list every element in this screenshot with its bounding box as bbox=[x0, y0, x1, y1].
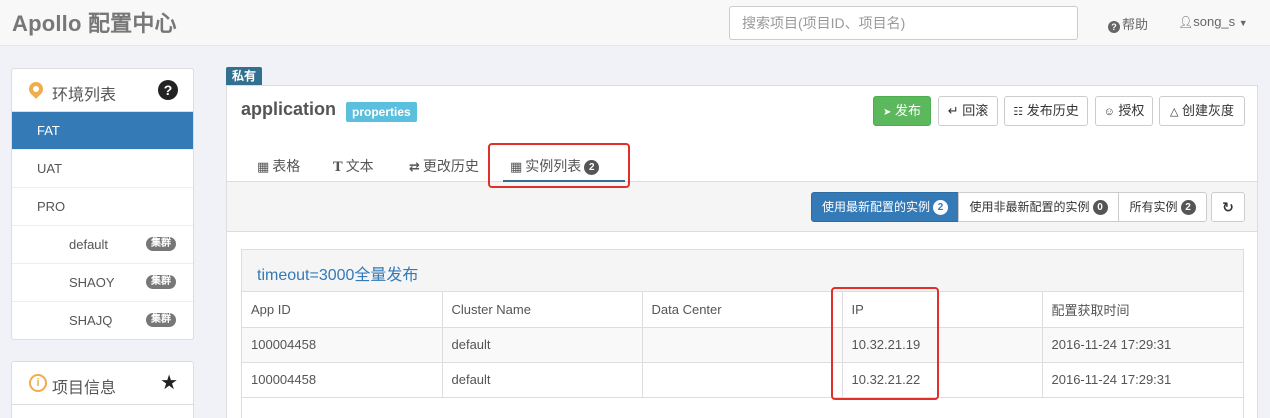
info-icon: i bbox=[29, 374, 47, 392]
refresh-button[interactable]: ↻ bbox=[1211, 192, 1245, 222]
question-icon[interactable]: ? bbox=[158, 80, 178, 100]
env-item-uat[interactable]: UAT bbox=[12, 150, 193, 188]
env-item-label: PRO bbox=[37, 199, 66, 214]
authorize-label: 授权 bbox=[1118, 103, 1145, 118]
cluster-label: SHAOY bbox=[69, 275, 115, 290]
create-gray-label: 创建灰度 bbox=[1182, 103, 1235, 118]
authorize-button[interactable]: ☺ 授权 bbox=[1095, 96, 1153, 126]
env-item-fat[interactable]: FAT bbox=[12, 112, 193, 150]
top-navbar: Apollo 配置中心 搜索项目(项目ID、项目名) ? 帮助 👤︎song_s … bbox=[0, 0, 1270, 46]
project-info-header[interactable]: i 项目信息 ★ bbox=[12, 362, 193, 405]
calendar-icon: ☷ bbox=[1013, 106, 1024, 118]
cluster-label: default bbox=[69, 237, 109, 252]
create-gray-button[interactable]: △ 创建灰度 bbox=[1159, 96, 1245, 126]
namespace-panel: application properties ➤ 发布 ↵ 回滚 ☷ 发布历史 … bbox=[226, 85, 1258, 418]
cluster-label: SHAJQ bbox=[69, 313, 113, 328]
table-row: 100004458 default 10.32.21.22 2016-11-24… bbox=[242, 362, 1243, 398]
help-link[interactable]: ? 帮助 bbox=[1108, 14, 1148, 33]
column-header-cluster: Cluster Name bbox=[442, 292, 643, 328]
instance-filter-bar: 使用最新配置的实例 2 使用非最新配置的实例 0 所有实例 2 ↻ bbox=[227, 182, 1257, 232]
instances-table: App ID Cluster Name Data Center IP 配置获取时… bbox=[242, 292, 1243, 398]
release-history-label: 发布历史 bbox=[1026, 103, 1079, 118]
column-header-data-center: Data Center bbox=[642, 292, 843, 328]
environment-panel-header: 环境列表 ? bbox=[12, 69, 193, 112]
namespace-name: application bbox=[241, 99, 337, 119]
project-info-panel: i 项目信息 ★ bbox=[11, 361, 194, 418]
cluster-item-default[interactable]: default 集群 bbox=[12, 226, 193, 264]
help-label: 帮助 bbox=[1122, 17, 1149, 32]
env-item-label: FAT bbox=[37, 123, 60, 138]
cell-app-id: 100004458 bbox=[242, 327, 443, 363]
filter-count-badge: 0 bbox=[1092, 200, 1108, 215]
cluster-item-shajq[interactable]: SHAJQ 集群 bbox=[12, 302, 193, 340]
rollback-button[interactable]: ↵ 回滚 bbox=[938, 96, 998, 126]
env-item-label: UAT bbox=[37, 161, 63, 176]
filter-non-latest-config[interactable]: 使用非最新配置的实例 0 bbox=[958, 192, 1119, 222]
highlight-box-ip-column bbox=[831, 287, 939, 400]
namespace-scope-tag: 私有 bbox=[226, 67, 263, 85]
caret-down-icon: ▼ bbox=[1238, 18, 1248, 28]
refresh-icon: ↻ bbox=[1222, 199, 1234, 215]
column-header-app-id: App ID bbox=[242, 292, 443, 328]
star-icon[interactable]: ★ bbox=[160, 370, 178, 395]
namespace-type-badge: properties bbox=[346, 102, 417, 122]
search-input[interactable]: 搜索项目(项目ID、项目名) bbox=[729, 6, 1078, 40]
filter-count-badge: 2 bbox=[933, 200, 948, 215]
user-icon: 👤︎ bbox=[1178, 15, 1194, 29]
project-info-title: 项目信息 bbox=[52, 380, 117, 397]
table-row: 100004458 default 10.32.21.19 2016-11-24… bbox=[242, 327, 1243, 363]
tab-history[interactable]: ⇄ 更改历史 bbox=[409, 156, 479, 176]
cell-cluster: default bbox=[442, 362, 643, 398]
tab-table[interactable]: ▦ 表格 bbox=[257, 156, 300, 176]
filter-latest-config[interactable]: 使用最新配置的实例 2 bbox=[811, 192, 959, 222]
cluster-item-shaoy[interactable]: SHAOY 集群 bbox=[12, 264, 193, 302]
rollback-icon: ↵ bbox=[947, 103, 959, 118]
cell-data-center bbox=[642, 327, 843, 363]
cluster-badge: 集群 bbox=[146, 275, 176, 289]
cell-fetch-time: 2016-11-24 17:29:31 bbox=[1042, 362, 1243, 398]
cell-fetch-time: 2016-11-24 17:29:31 bbox=[1042, 327, 1243, 363]
user-menu[interactable]: 👤︎song_s ▼ bbox=[1178, 14, 1248, 29]
table-icon: ▦ bbox=[257, 159, 270, 174]
environment-panel-title: 环境列表 bbox=[52, 87, 117, 104]
text-icon: T bbox=[333, 160, 343, 175]
send-icon: ➤ bbox=[882, 107, 892, 118]
app-brand[interactable]: Apollo 配置中心 bbox=[12, 6, 177, 38]
history-icon: ⇄ bbox=[409, 159, 420, 174]
tab-text[interactable]: T 文本 bbox=[333, 156, 374, 176]
release-title: timeout=3000全量发布 bbox=[242, 250, 1243, 292]
column-header-fetch-time: 配置获取时间 bbox=[1042, 292, 1243, 328]
tab-label: 更改历史 bbox=[422, 158, 479, 174]
tab-label: 文本 bbox=[345, 158, 374, 174]
cell-data-center bbox=[642, 362, 843, 398]
person-icon: ☺ bbox=[1103, 106, 1115, 118]
release-history-button[interactable]: ☷ 发布历史 bbox=[1004, 96, 1088, 126]
namespace-tabs: ▦ 表格 T 文本 ⇄ 更改历史 ▦ 实例列表 2 bbox=[227, 138, 1257, 183]
cluster-badge: 集群 bbox=[146, 313, 176, 327]
filter-label: 所有实例 bbox=[1129, 200, 1178, 214]
tab-label: 表格 bbox=[272, 158, 301, 174]
publish-button[interactable]: ➤ 发布 bbox=[873, 96, 931, 126]
rollback-label: 回滚 bbox=[962, 103, 989, 118]
flask-icon: △ bbox=[1169, 106, 1179, 118]
env-item-pro[interactable]: PRO bbox=[12, 188, 193, 226]
cell-cluster: default bbox=[442, 327, 643, 363]
filter-label: 使用非最新配置的实例 bbox=[969, 200, 1090, 214]
question-circle-icon: ? bbox=[1108, 21, 1120, 33]
publish-label: 发布 bbox=[895, 103, 922, 118]
highlight-box-instances-tab bbox=[488, 143, 630, 188]
cell-app-id: 100004458 bbox=[242, 362, 443, 398]
filter-count-badge: 2 bbox=[1180, 200, 1196, 215]
filter-all-instances[interactable]: 所有实例 2 bbox=[1118, 192, 1207, 222]
release-instances-block: timeout=3000全量发布 App ID Cluster Name Dat… bbox=[241, 249, 1244, 418]
filter-label: 使用最新配置的实例 bbox=[821, 200, 930, 214]
table-header-row: App ID Cluster Name Data Center IP 配置获取时… bbox=[242, 292, 1243, 328]
map-marker-icon bbox=[26, 79, 46, 99]
cluster-badge: 集群 bbox=[146, 237, 176, 251]
namespace-header: application properties ➤ 发布 ↵ 回滚 ☷ 发布历史 … bbox=[227, 86, 1257, 138]
user-name: song_s bbox=[1193, 14, 1236, 29]
environment-panel: 环境列表 ? FAT UAT PRO default 集群 SHAOY 集群 SHA… bbox=[11, 68, 194, 340]
